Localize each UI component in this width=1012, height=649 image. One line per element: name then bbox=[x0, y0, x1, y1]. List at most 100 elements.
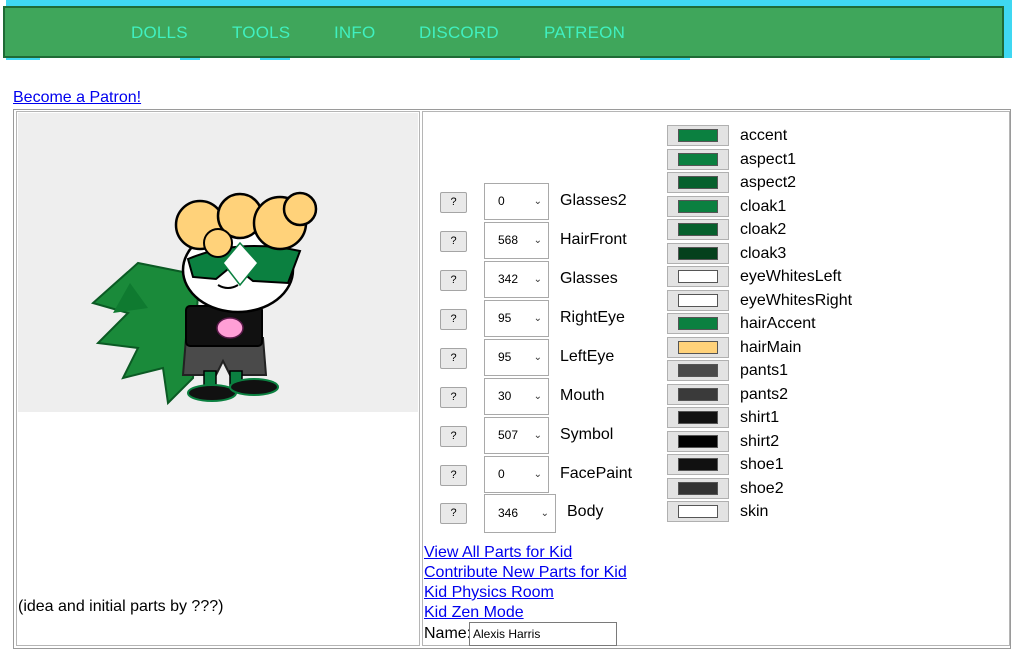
part-select-righteye[interactable]: 95 ⌄ bbox=[484, 300, 549, 337]
nav-patreon[interactable]: PATREON bbox=[544, 23, 625, 43]
color-picker-button[interactable] bbox=[667, 360, 729, 381]
color-swatch bbox=[678, 153, 718, 166]
part-label: Glasses bbox=[560, 270, 618, 287]
part-select-body[interactable]: 346 ⌄ bbox=[484, 494, 556, 533]
help-button[interactable]: ? bbox=[440, 309, 467, 330]
color-picker-button[interactable] bbox=[667, 313, 729, 334]
name-label: Name: bbox=[424, 625, 472, 642]
part-label: HairFront bbox=[560, 231, 627, 248]
help-button[interactable]: ? bbox=[440, 465, 467, 486]
color-label: pants2 bbox=[740, 386, 789, 403]
physics-room-link[interactable]: Kid Physics Room bbox=[424, 584, 554, 602]
part-label: Glasses2 bbox=[560, 192, 627, 209]
color-picker-button[interactable] bbox=[667, 337, 729, 358]
become-patron-link[interactable]: Become a Patron! bbox=[13, 89, 141, 107]
color-label: shirt2 bbox=[740, 433, 780, 450]
color-picker-button[interactable] bbox=[667, 407, 729, 428]
contribute-parts-link[interactable]: Contribute New Parts for Kid bbox=[424, 564, 627, 582]
help-button[interactable]: ? bbox=[440, 231, 467, 252]
part-value: 342 bbox=[498, 272, 519, 286]
help-button[interactable]: ? bbox=[440, 426, 467, 447]
color-label: shoe2 bbox=[740, 480, 784, 497]
color-picker-button[interactable] bbox=[667, 196, 729, 217]
color-label: shirt1 bbox=[740, 409, 780, 426]
help-button[interactable]: ? bbox=[440, 503, 467, 524]
chevron-down-icon: ⌄ bbox=[533, 391, 542, 402]
color-swatch bbox=[678, 435, 718, 448]
nav-discord[interactable]: DISCORD bbox=[419, 23, 499, 43]
color-picker-button[interactable] bbox=[667, 431, 729, 452]
color-picker-button[interactable] bbox=[667, 478, 729, 499]
color-picker-button[interactable] bbox=[667, 454, 729, 475]
part-label: FacePaint bbox=[560, 465, 633, 482]
part-label: Mouth bbox=[560, 387, 605, 404]
help-button[interactable]: ? bbox=[440, 270, 467, 291]
color-picker-button[interactable] bbox=[667, 172, 729, 193]
color-swatch bbox=[678, 270, 718, 283]
part-row-body: ? 346 ⌄ Body bbox=[440, 493, 660, 533]
color-picker-button[interactable] bbox=[667, 384, 729, 405]
color-row-aspect1: aspect1 bbox=[667, 149, 887, 171]
color-row-pants2: pants2 bbox=[667, 384, 887, 406]
nav-info[interactable]: INFO bbox=[334, 23, 375, 43]
part-select-mouth[interactable]: 30 ⌄ bbox=[484, 378, 549, 415]
color-swatch bbox=[678, 129, 718, 142]
part-select-hairfront[interactable]: 568 ⌄ bbox=[484, 222, 549, 259]
view-all-parts-link[interactable]: View All Parts for Kid bbox=[424, 544, 572, 562]
part-select-symbol[interactable]: 507 ⌄ bbox=[484, 417, 549, 454]
part-value: 568 bbox=[498, 233, 519, 247]
color-swatch bbox=[678, 294, 718, 307]
part-select-facepaint[interactable]: 0 ⌄ bbox=[484, 456, 549, 493]
color-swatch bbox=[678, 200, 718, 213]
top-nav: DOLLS TOOLS INFO DISCORD PATREON bbox=[3, 6, 1004, 58]
chevron-down-icon: ⌄ bbox=[533, 196, 542, 207]
color-row-shirt2: shirt2 bbox=[667, 431, 887, 453]
color-label: cloak1 bbox=[740, 198, 787, 215]
chevron-down-icon: ⌄ bbox=[533, 235, 542, 246]
part-label: RightEye bbox=[560, 309, 625, 326]
part-row-righteye: ? 95 ⌄ RightEye bbox=[440, 299, 660, 337]
doll-canvas bbox=[18, 113, 418, 412]
chevron-down-icon: ⌄ bbox=[533, 352, 542, 363]
color-swatch bbox=[678, 223, 718, 236]
credit-text: (idea and initial parts by ???) bbox=[18, 598, 224, 615]
part-value: 0 bbox=[498, 194, 505, 208]
color-picker-button[interactable] bbox=[667, 243, 729, 264]
color-swatch bbox=[678, 176, 718, 189]
name-field[interactable] bbox=[469, 622, 617, 646]
help-button[interactable]: ? bbox=[440, 348, 467, 369]
part-select-glasses[interactable]: 342 ⌄ bbox=[484, 261, 549, 298]
color-picker-button[interactable] bbox=[667, 266, 729, 287]
zen-mode-link[interactable]: Kid Zen Mode bbox=[424, 604, 524, 622]
color-row-accent: accent bbox=[667, 125, 887, 147]
color-picker-button[interactable] bbox=[667, 501, 729, 522]
color-picker-button[interactable] bbox=[667, 290, 729, 311]
color-swatch bbox=[678, 341, 718, 354]
color-picker-button[interactable] bbox=[667, 149, 729, 170]
part-select-lefteye[interactable]: 95 ⌄ bbox=[484, 339, 549, 376]
nav-dolls[interactable]: DOLLS bbox=[131, 23, 188, 43]
color-picker-button[interactable] bbox=[667, 219, 729, 240]
color-label: accent bbox=[740, 127, 788, 144]
color-swatch bbox=[678, 482, 718, 495]
color-label: skin bbox=[740, 503, 769, 520]
color-row-shoe2: shoe2 bbox=[667, 478, 887, 500]
character-illustration bbox=[90, 191, 318, 406]
part-select-glasses2[interactable]: 0 ⌄ bbox=[484, 183, 549, 220]
color-label: cloak2 bbox=[740, 221, 787, 238]
color-row-cloak3: cloak3 bbox=[667, 243, 887, 265]
color-swatch bbox=[678, 411, 718, 424]
help-button[interactable]: ? bbox=[440, 387, 467, 408]
part-row-hairfront: ? 568 ⌄ HairFront bbox=[440, 221, 660, 259]
color-label: hairMain bbox=[740, 339, 802, 356]
help-button[interactable]: ? bbox=[440, 192, 467, 213]
color-picker-button[interactable] bbox=[667, 125, 729, 146]
part-row-symbol: ? 507 ⌄ Symbol bbox=[440, 416, 660, 454]
color-row-eyewhitesright: eyeWhitesRight bbox=[667, 290, 887, 312]
chevron-down-icon: ⌄ bbox=[533, 430, 542, 441]
color-label: eyeWhitesRight bbox=[740, 292, 853, 309]
nav-tools[interactable]: TOOLS bbox=[232, 23, 290, 43]
color-swatch bbox=[678, 364, 718, 377]
color-row-hairmain: hairMain bbox=[667, 337, 887, 359]
chevron-down-icon: ⌄ bbox=[533, 274, 542, 285]
